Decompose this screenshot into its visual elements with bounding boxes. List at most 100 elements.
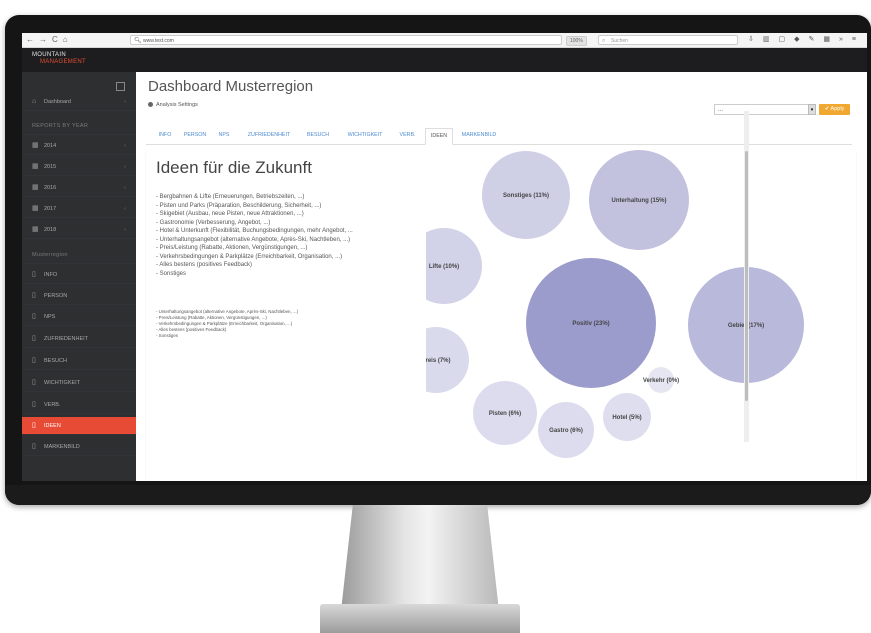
list-item: - Sonstiges — [156, 270, 187, 277]
sidebar-item-zufriedenheit[interactable]: ▯ ZUFRIEDENHEIT — [22, 330, 136, 348]
tab-markenbild[interactable]: MARKENBILD — [454, 128, 504, 143]
file-icon: ▯ — [32, 335, 36, 342]
file-icon: ▯ — [32, 313, 36, 320]
sidebar-item-label: 2014 — [44, 143, 57, 149]
tab-person[interactable]: PERSON — [181, 128, 209, 143]
chevron-left-icon: ‹ — [124, 206, 126, 212]
sidebar-item-2014[interactable]: ▦ 2014 ‹ — [22, 137, 136, 155]
more-icon[interactable]: » — [839, 35, 843, 45]
tab-info[interactable]: INFO — [154, 128, 176, 143]
download-icon[interactable]: ⇩ — [748, 35, 754, 45]
tab-nps[interactable]: NPS — [213, 128, 235, 143]
settings-icon — [148, 102, 153, 108]
apply-button[interactable]: ✔ Apply — [819, 104, 850, 115]
sidebar-item-2016[interactable]: ▦ 2016 ‹ — [22, 179, 136, 197]
extension-icon[interactable]: ✎ — [809, 35, 815, 45]
sidebar-item-label: MARKENBILD — [44, 444, 80, 450]
sidebar-item-dashboard[interactable]: ⌂ Dashboard ‹ — [22, 93, 136, 111]
sidebar-item-person[interactable]: ▯ PERSON — [22, 287, 136, 305]
search-icon: ⌕ — [602, 38, 606, 44]
list-item: - Pisten und Parks (Präparation, Beschil… — [156, 202, 322, 209]
bubble-label: Positiv (23%) — [572, 321, 609, 327]
list-item-small: - Sonstiges — [156, 333, 178, 338]
library-icon[interactable]: ▥ — [763, 35, 770, 45]
period-select[interactable]: ... — [714, 104, 814, 115]
calendar-icon: ▦ — [32, 205, 39, 212]
screen: ← → C ⌂ 🔍︎ www.test.com 100% ⌕ Suchen ⇩ ▥… — [22, 33, 867, 481]
monitor-chin — [5, 485, 871, 505]
sidebar-item-label: Dashboard — [44, 99, 71, 105]
ideas-title: Ideen für die Zukunft — [156, 158, 312, 177]
url-text: www.test.com — [143, 38, 174, 44]
tab-wichtigkeit[interactable]: WICHTIGKEIT — [340, 128, 390, 143]
chevron-left-icon: ‹ — [124, 164, 126, 170]
scrollbar-thumb[interactable] — [745, 151, 748, 401]
list-item: - Verkehrsbedingungen & Parkplätze (Erre… — [156, 253, 343, 260]
sidebar-item-reports-by-year: REPORTS BY YEAR — [22, 117, 136, 135]
search-input[interactable]: ⌕ Suchen — [598, 35, 738, 45]
page-icon: 🔍︎ — [134, 38, 142, 44]
sidebar-item-2018[interactable]: ▦ 2018 ‹ — [22, 221, 136, 239]
home-icon[interactable]: ⌂ — [63, 35, 68, 45]
zoom-badge[interactable]: 100% — [566, 36, 587, 46]
file-icon: ▯ — [32, 443, 36, 450]
ideas-list: - Bergbahnen & Lifte (Erneuerungen, Betr… — [156, 193, 426, 278]
sidebar-item-label: BESUCH — [44, 358, 67, 364]
sidebar-item-verb[interactable]: ▯ VERB. — [22, 396, 136, 414]
sidebar-item-2015[interactable]: ▦ 2015 ‹ — [22, 158, 136, 176]
sidebar-item-ideen[interactable]: ▯ IDEEN — [22, 417, 136, 435]
file-icon: ▯ — [32, 292, 36, 299]
scrollbar[interactable] — [744, 111, 749, 442]
sidebar-item-besuch[interactable]: ▯ BESUCH — [22, 352, 136, 370]
sidebar-item-markenbild[interactable]: ▯ MARKENBILD — [22, 438, 136, 456]
back-icon[interactable]: ← — [26, 35, 34, 45]
ideas-list-small: - Unterhaltungsangebot (alternative Ange… — [156, 309, 426, 339]
sidebar-toggle-icon[interactable] — [116, 82, 125, 91]
flag-icon[interactable]: ▦ — [823, 35, 830, 45]
menu-icon[interactable]: ≡ — [852, 35, 856, 45]
sidebar-item-label: WICHTIGKEIT — [44, 380, 81, 386]
browser-toolbar: ← → C ⌂ 🔍︎ www.test.com 100% ⌕ Suchen ⇩ ▥… — [22, 33, 867, 48]
file-icon: ▯ — [32, 271, 36, 278]
sidebar-item-label: NPS — [44, 314, 56, 320]
sidebar-item-musterregion: Musterregion — [22, 246, 136, 264]
list-item: - Hotel & Unterkunft (Flexibilität, Buch… — [156, 228, 353, 234]
analysis-settings-link[interactable]: Analysis Settings — [148, 102, 198, 108]
sidebar-item-label: 2017 — [44, 206, 57, 212]
sidebar-item-nps[interactable]: ▯ NPS — [22, 308, 136, 326]
sidebar-item-wichtigkeit[interactable]: ▯ WICHTIGKEIT — [22, 374, 136, 392]
select-caret-icon[interactable]: ▾ — [808, 104, 816, 115]
sidebar-item-label: 2018 — [44, 227, 57, 233]
reload-icon[interactable]: C — [52, 35, 58, 45]
file-icon: ▯ — [32, 422, 36, 429]
sidebar-item-info[interactable]: ▯ INFO — [22, 266, 136, 284]
chevron-left-icon: ‹ — [124, 185, 126, 191]
bubble-label: Unterhaltung (15%) — [611, 198, 666, 204]
page-title: Dashboard Musterregion — [148, 78, 314, 95]
url-field[interactable]: 🔍︎ www.test.com — [130, 35, 562, 45]
bubble-label: Verkehr (0%) — [643, 378, 679, 384]
calendar-icon: ▦ — [32, 184, 39, 191]
calendar-icon: ▦ — [32, 142, 39, 149]
tab-ideen[interactable]: IDEEN — [425, 128, 453, 145]
list-item: - Unterhaltungsangebot (alternative Ange… — [156, 236, 351, 243]
sidebar-item-label: VERB. — [44, 402, 61, 408]
bubble-label: Hotel (5%) — [612, 415, 641, 421]
sidebar-item-2017[interactable]: ▦ 2017 ‹ — [22, 200, 136, 218]
sidebar-item-label: 2015 — [44, 164, 57, 170]
calendar-icon: ▦ — [32, 226, 39, 233]
shield-icon[interactable]: ◆ — [794, 35, 799, 45]
list-item: - Skigebiet (Ausbau, neue Pisten, neue A… — [156, 211, 304, 217]
sidebar-item-label: REPORTS BY YEAR — [32, 123, 89, 129]
bubble-label: Lifte (10%) — [429, 264, 459, 270]
tab-verb[interactable]: VERB. — [394, 128, 421, 143]
forward-icon[interactable]: → — [39, 35, 47, 45]
logo[interactable]: MOUNTAIN MANAGEMENT — [32, 52, 102, 66]
bubble-label: Preis (7%) — [426, 358, 451, 364]
tab-zufriedenheit[interactable]: ZUFRIEDENHEIT — [241, 128, 297, 143]
logo-line2: MANAGEMENT — [40, 59, 87, 65]
browser-tools: ⇩ ▥ ▢ ◆ ✎ ▦ » ≡ — [748, 35, 856, 45]
sidebar-item-label: 2016 — [44, 185, 57, 191]
sidebar-icon[interactable]: ▢ — [779, 35, 786, 45]
tab-besuch[interactable]: BESUCH — [301, 128, 335, 143]
